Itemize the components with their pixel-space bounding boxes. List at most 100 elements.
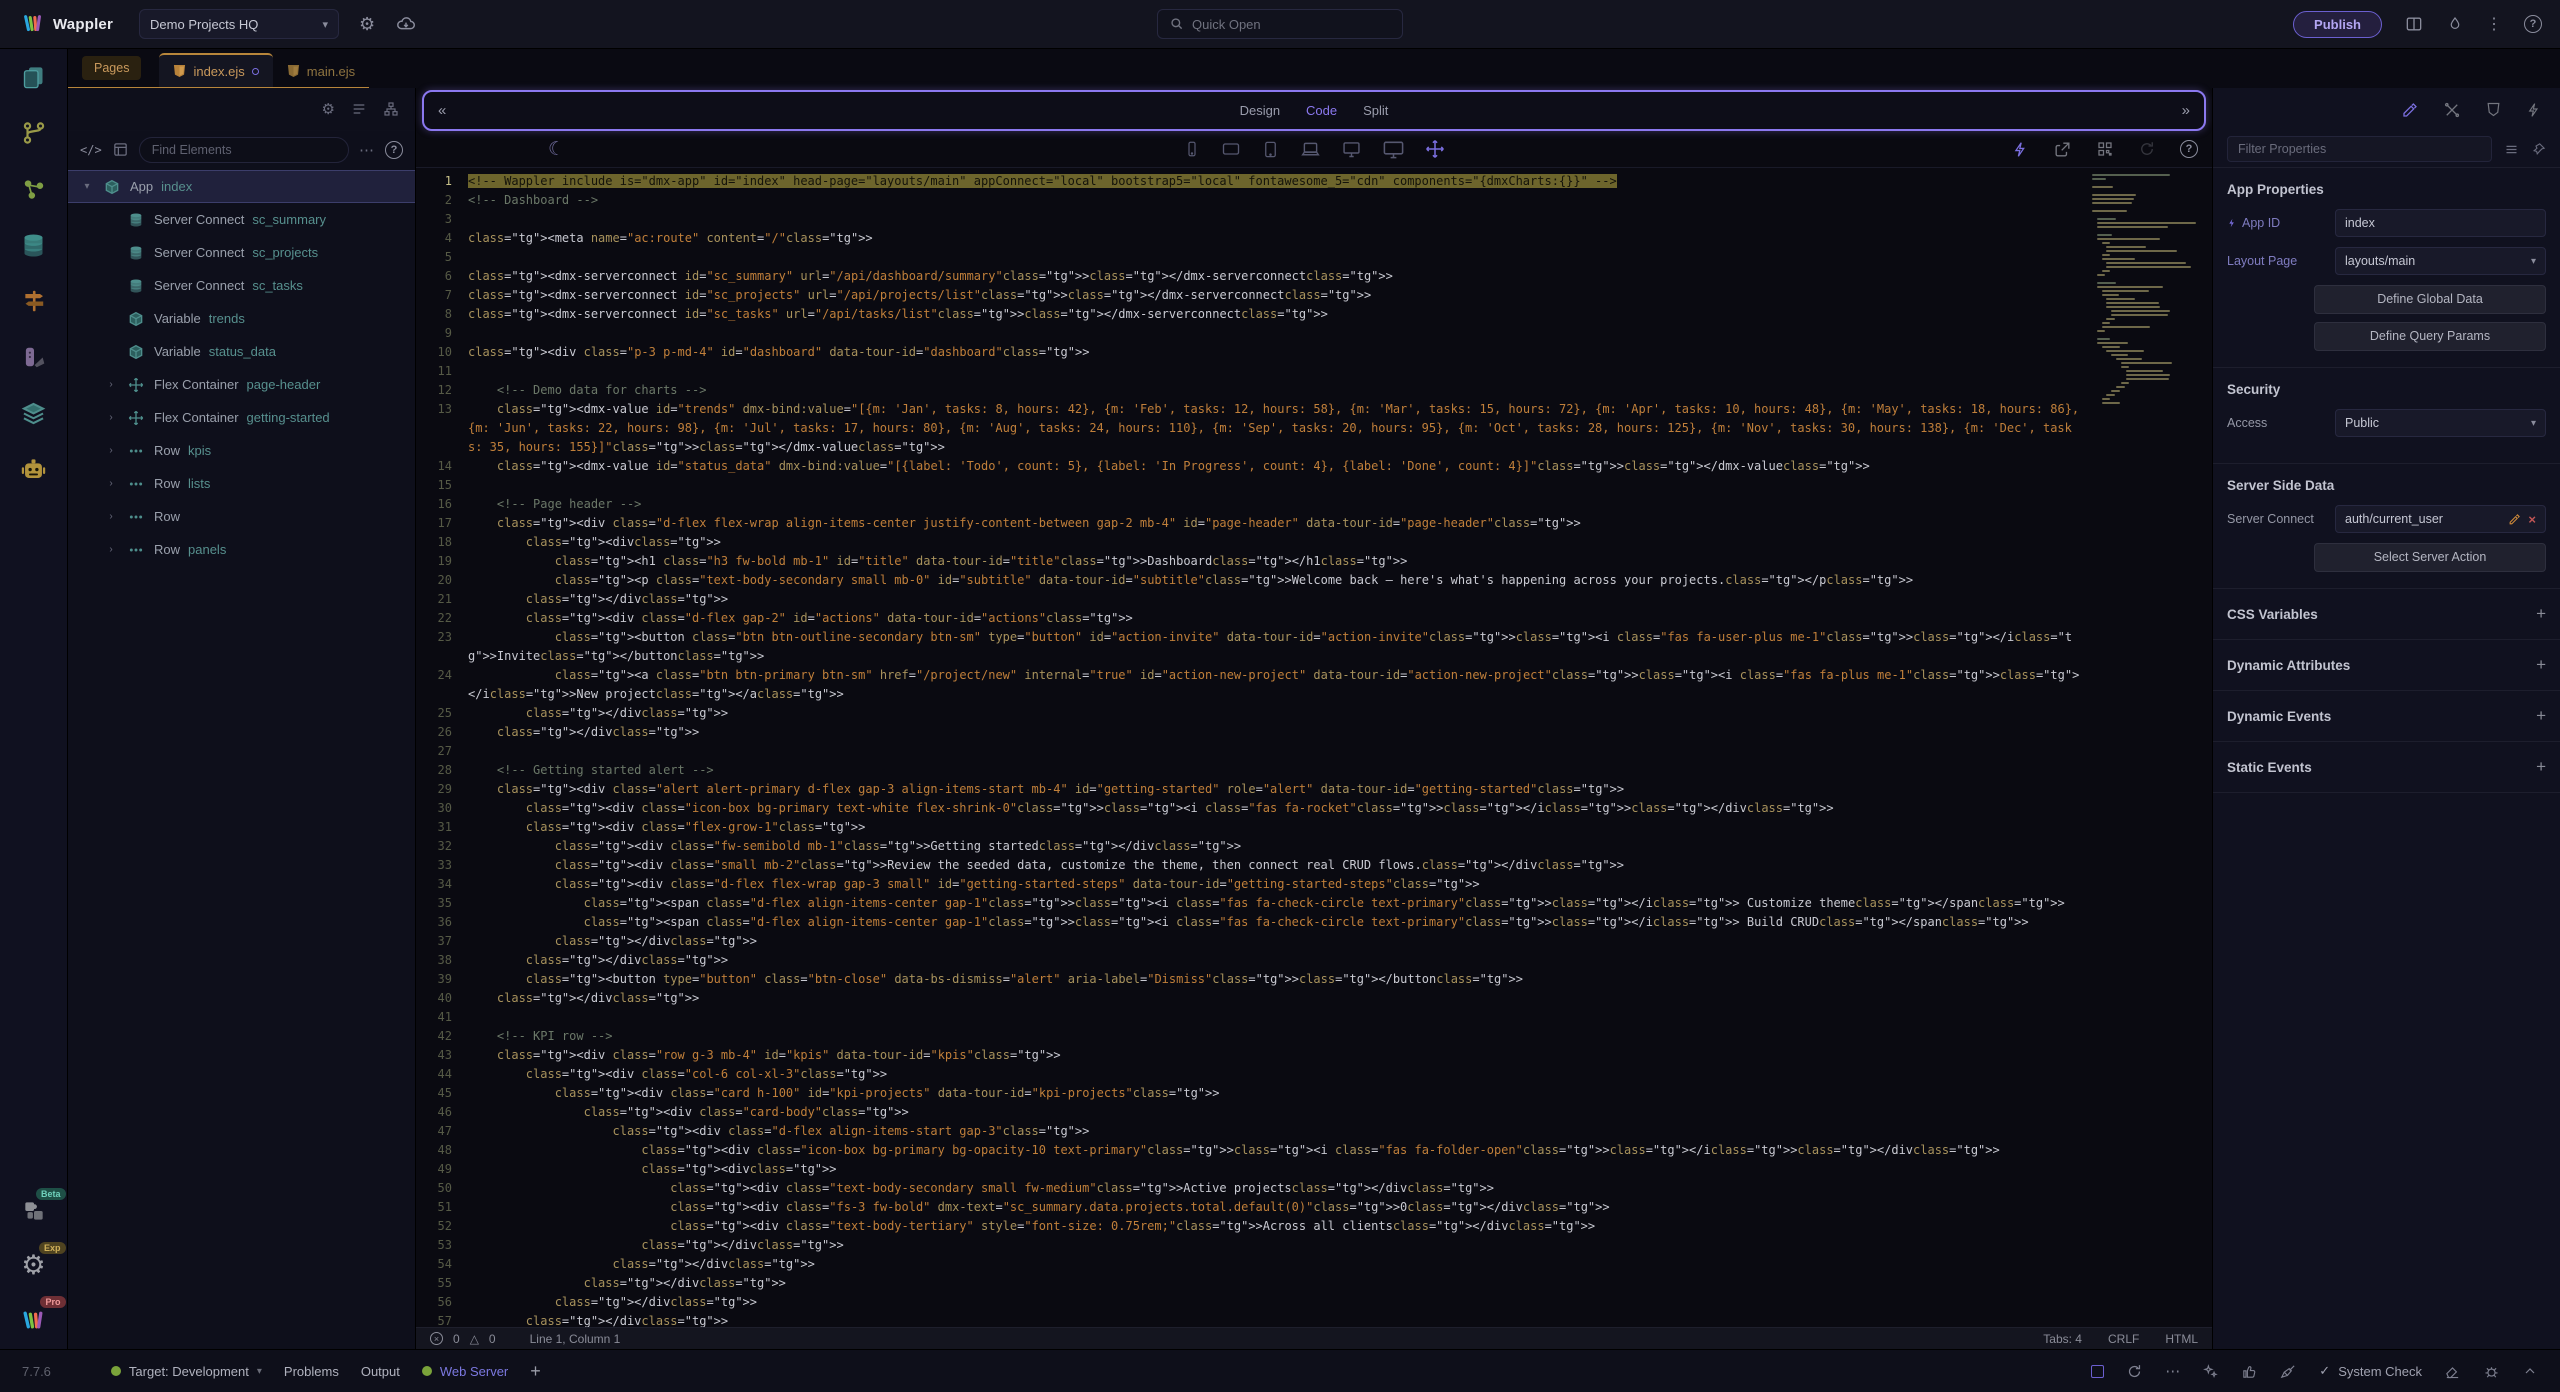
filter-properties-input[interactable]	[2227, 136, 2492, 162]
code-line[interactable]: 46 class="tg"><div class="card-body"clas…	[416, 1103, 2212, 1122]
design-tools-icon[interactable]	[2443, 101, 2461, 119]
events-bolt-icon[interactable]	[2526, 102, 2542, 118]
web-server-button[interactable]: Web Server	[422, 1364, 508, 1379]
code-line[interactable]: 27	[416, 742, 2212, 761]
code-line[interactable]: 38 class="tg"></divclass="tg">>	[416, 951, 2212, 970]
help-icon[interactable]: ?	[2524, 15, 2542, 33]
code-line[interactable]: 40 class="tg"></divclass="tg">>	[416, 989, 2212, 1008]
stop-icon[interactable]	[2091, 1365, 2104, 1378]
code-line[interactable]: 20 class="tg"><p class="text-body-second…	[416, 571, 2212, 590]
pages-button[interactable]: Pages	[82, 56, 141, 80]
server-connect-input[interactable]: auth/current_user ×	[2335, 505, 2546, 533]
code-line[interactable]: 34 class="tg"><div class="d-flex flex-wr…	[416, 875, 2212, 894]
code-line[interactable]: 33 class="tg"><div class="small mb-2"cla…	[416, 856, 2212, 875]
tree-item-server-connect-sc-summary[interactable]: Server Connectsc_summary	[68, 203, 415, 236]
code-line[interactable]: 31 class="tg"><div class="flex-grow-1"cl…	[416, 818, 2212, 837]
tablet-landscape-icon[interactable]	[1221, 139, 1241, 159]
rail-pro-icon[interactable]: Pro	[18, 1303, 50, 1335]
tree-item-app-index[interactable]: ▾Appindex	[68, 170, 415, 203]
output-button[interactable]: Output	[361, 1364, 400, 1379]
tab-size[interactable]: Tabs: 4	[2043, 1332, 2082, 1346]
bug-icon[interactable]	[2483, 1363, 2500, 1380]
add-panel-icon[interactable]: +	[530, 1361, 541, 1382]
code-line[interactable]: 15	[416, 476, 2212, 495]
project-selector[interactable]: Demo Projects HQ ▾	[139, 9, 339, 39]
code-line[interactable]: 54 class="tg"></divclass="tg">>	[416, 1255, 2212, 1274]
tree-item-variable-trends[interactable]: Variabletrends	[68, 302, 415, 335]
edit-mode-icon[interactable]	[2401, 101, 2419, 119]
code-line[interactable]: 6class="tg"><dmx-serverconnect id="sc_su…	[416, 267, 2212, 286]
code-line[interactable]: 52 class="tg"><div class="text-body-tert…	[416, 1217, 2212, 1236]
code-line[interactable]: 49 class="tg"><divclass="tg">>	[416, 1160, 2212, 1179]
filter-menu-icon[interactable]	[2504, 142, 2519, 157]
tree-chevron-icon[interactable]: ›	[104, 412, 118, 423]
tree-item-row-lists[interactable]: ›Rowlists	[68, 467, 415, 500]
collapse-right-icon[interactable]: »	[2168, 102, 2204, 119]
theme-drop-icon[interactable]	[2446, 15, 2464, 33]
split-mode-button[interactable]: Split	[1363, 103, 1388, 118]
thumbs-up-icon[interactable]	[2241, 1363, 2258, 1380]
reload-icon[interactable]	[2126, 1363, 2143, 1380]
tree-item-flex-container-getting-started[interactable]: ›Flex Containergetting-started	[68, 401, 415, 434]
dynamic-data-bolt-icon[interactable]	[2012, 141, 2029, 158]
code-line[interactable]: 36 class="tg"><span class="d-flex align-…	[416, 913, 2212, 932]
line-endings[interactable]: CRLF	[2108, 1332, 2139, 1346]
rail-ai-assistant-icon[interactable]	[18, 453, 50, 485]
desktop-large-icon[interactable]	[1382, 138, 1405, 161]
define-global-data-button[interactable]: Define Global Data	[2314, 285, 2546, 314]
rail-database-icon[interactable]	[18, 229, 50, 261]
code-line[interactable]: 37 class="tg"></divclass="tg">>	[416, 932, 2212, 951]
broom-icon[interactable]	[2280, 1363, 2297, 1380]
code-minimap[interactable]	[2092, 174, 2204, 1309]
refresh-icon[interactable]	[2138, 140, 2156, 158]
code-line[interactable]: 19 class="tg"><h1 class="h3 fw-bold mb-1…	[416, 552, 2212, 571]
structure-settings-icon[interactable]: ⚙	[322, 100, 335, 118]
code-line[interactable]: 14 class="tg"><dmx-value id="status_data…	[416, 457, 2212, 476]
code-line[interactable]: 55 class="tg"></divclass="tg">>	[416, 1274, 2212, 1293]
select-server-action-button[interactable]: Select Server Action	[2314, 543, 2546, 572]
rail-git-icon[interactable]	[18, 117, 50, 149]
more-options-icon[interactable]: ⋮	[2486, 14, 2502, 34]
code-line[interactable]: 44 class="tg"><div class="col-6 col-xl-3…	[416, 1065, 2212, 1084]
tree-chevron-icon[interactable]: ›	[104, 478, 118, 489]
system-check-button[interactable]: ✓ System Check	[2319, 1363, 2422, 1379]
code-line[interactable]: 17 class="tg"><div class="d-flex flex-wr…	[416, 514, 2212, 533]
css-shield-icon[interactable]	[2485, 101, 2502, 118]
code-line[interactable]: 8class="tg"><dmx-serverconnect id="sc_ta…	[416, 305, 2212, 324]
code-line[interactable]: 21 class="tg"></divclass="tg">>	[416, 590, 2212, 609]
code-line[interactable]: 45 class="tg"><div class="card h-100" id…	[416, 1084, 2212, 1103]
code-line[interactable]: 24 class="tg"><a class="btn btn-primary …	[416, 666, 2212, 704]
code-line[interactable]: 48 class="tg"><div class="icon-box bg-pr…	[416, 1141, 2212, 1160]
remove-icon[interactable]: ×	[2528, 512, 2536, 527]
layout-page-select[interactable]: layouts/main▾	[2335, 247, 2546, 275]
find-elements-input[interactable]	[139, 137, 349, 163]
code-line[interactable]: 18 class="tg"><divclass="tg">>	[416, 533, 2212, 552]
code-line[interactable]: 22 class="tg"><div class="d-flex gap-2" …	[416, 609, 2212, 628]
code-line[interactable]: 39 class="tg"><button type="button" clas…	[416, 970, 2212, 989]
code-line[interactable]: 56 class="tg"></divclass="tg">>	[416, 1293, 2212, 1312]
add-icon[interactable]: +	[2536, 757, 2546, 777]
code-line[interactable]: 13 class="tg"><dmx-value id="trends" dmx…	[416, 400, 2212, 457]
structure-list-icon[interactable]	[351, 101, 367, 117]
code-line[interactable]: 50 class="tg"><div class="text-body-seco…	[416, 1179, 2212, 1198]
ellipsis-icon[interactable]: ⋯	[2165, 1362, 2180, 1380]
structure-more-icon[interactable]: ⋯	[359, 141, 375, 159]
code-line[interactable]: 51 class="tg"><div class="fs-3 fw-bold" …	[416, 1198, 2212, 1217]
rail-workflows-icon[interactable]	[18, 173, 50, 205]
move-arrows-icon[interactable]	[1425, 139, 1445, 159]
tree-item-row[interactable]: ›Row	[68, 500, 415, 533]
structure-help-icon[interactable]: ?	[385, 141, 403, 159]
quick-open-button[interactable]: Quick Open	[1157, 9, 1403, 39]
components-grid-icon[interactable]	[2096, 140, 2114, 158]
design-mode-button[interactable]: Design	[1240, 103, 1280, 118]
eraser-icon[interactable]	[2444, 1363, 2461, 1380]
code-line[interactable]: 41	[416, 1008, 2212, 1027]
tree-chevron-icon[interactable]: ›	[104, 379, 118, 390]
rail-pages-icon[interactable]	[18, 61, 50, 93]
add-icon[interactable]: +	[2536, 604, 2546, 624]
tree-chevron-icon[interactable]: ›	[104, 445, 118, 456]
problems-button[interactable]: Problems	[284, 1364, 339, 1379]
laptop-icon[interactable]	[1300, 139, 1321, 160]
publish-button[interactable]: Publish	[2293, 11, 2382, 38]
split-view-icon[interactable]	[2404, 14, 2424, 34]
